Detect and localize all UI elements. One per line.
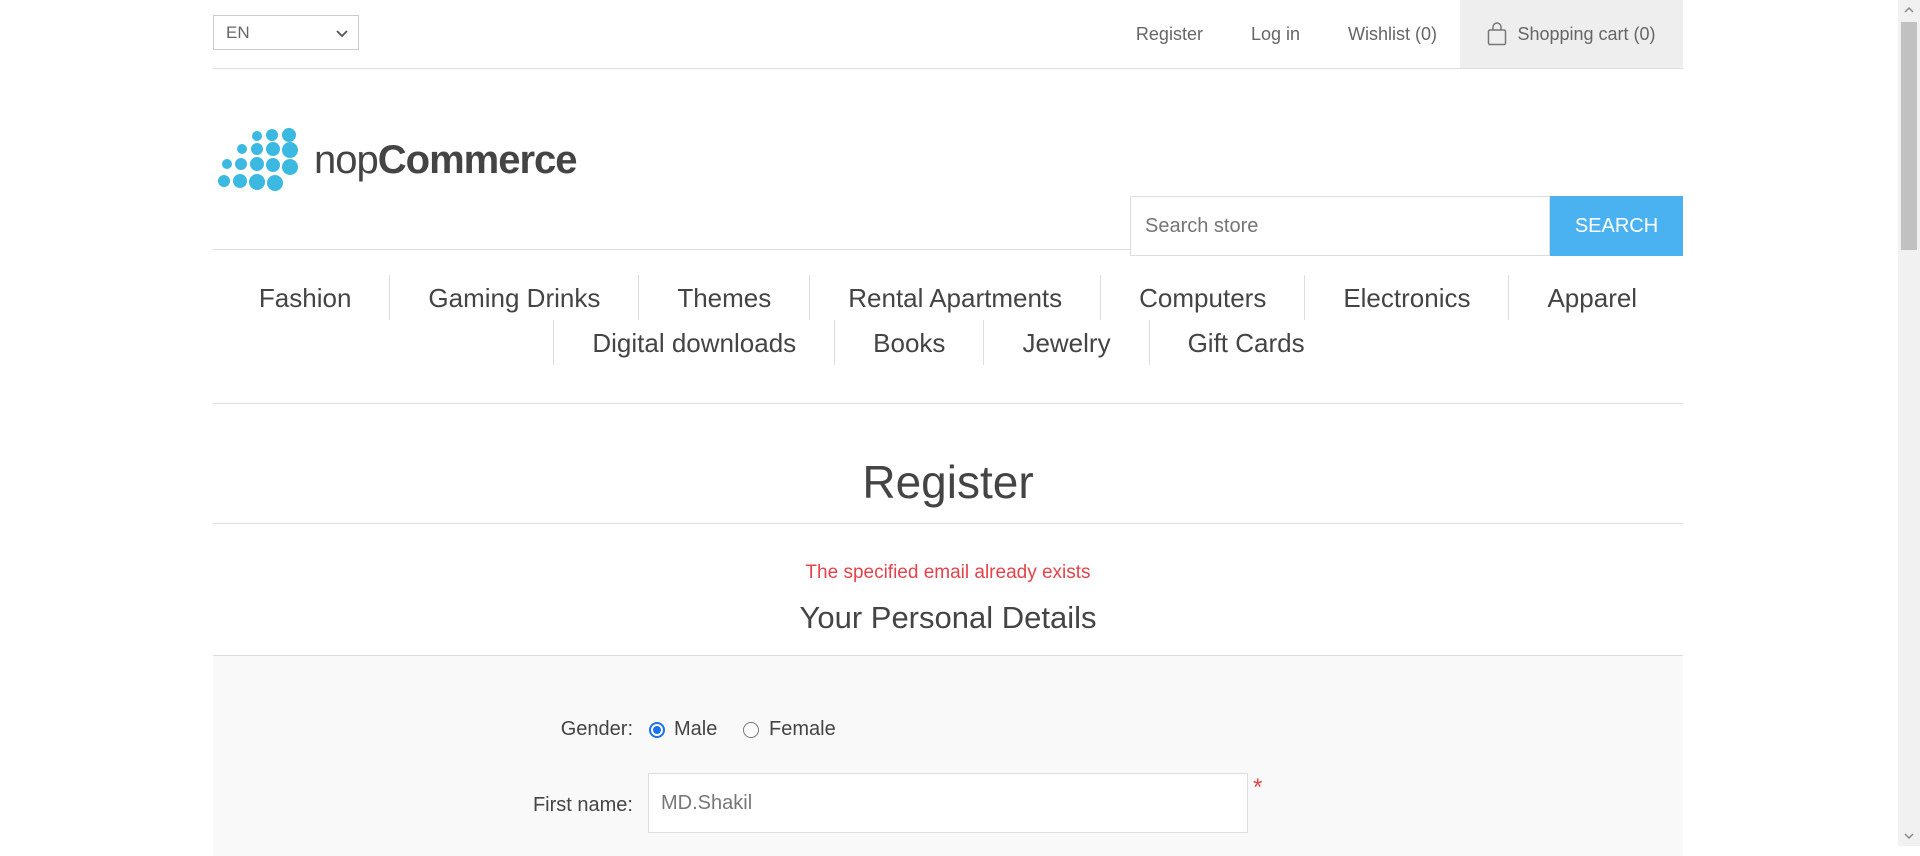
section-title: Your Personal Details bbox=[213, 600, 1683, 656]
first-name-value: MD.Shakil bbox=[661, 791, 753, 814]
first-name-label: First name: bbox=[532, 794, 633, 816]
page-container: EN Register Log in Wishlist (0) Shopping… bbox=[213, 0, 1683, 856]
page-title-wrap: Register bbox=[213, 404, 1683, 524]
menu-item-rental-apartments[interactable]: Rental Apartments bbox=[809, 275, 1100, 320]
menu-item-gift-cards[interactable]: Gift Cards bbox=[1148, 320, 1343, 365]
logo-text-bold: Commerce bbox=[377, 137, 578, 182]
search-box: Search bbox=[1130, 196, 1683, 256]
menu-item-apparel[interactable]: Apparel bbox=[1508, 275, 1675, 320]
shopping-bag-icon bbox=[1488, 22, 1507, 46]
scroll-up-arrow-icon[interactable] bbox=[1898, 0, 1920, 20]
login-link[interactable]: Log in bbox=[1251, 24, 1300, 45]
logo-text: nopCommerce bbox=[314, 137, 578, 183]
menu-item-books[interactable]: Books bbox=[834, 320, 983, 365]
gender-female-label[interactable]: Female bbox=[769, 718, 836, 741]
wishlist-link[interactable]: Wishlist (0) bbox=[1348, 24, 1437, 45]
shopping-cart-label: Shopping cart (0) bbox=[1517, 23, 1656, 44]
error-message: The specified email already exists bbox=[805, 562, 1091, 583]
gender-male-label[interactable]: Male bbox=[674, 718, 717, 741]
menu-item-jewelry[interactable]: Jewelry bbox=[983, 320, 1148, 365]
gender-label: Gender: bbox=[560, 718, 633, 740]
menu-row-1: Fashion Gaming Drinks Themes Rental Apar… bbox=[213, 275, 1683, 320]
language-select[interactable]: EN bbox=[213, 15, 359, 50]
menu-row-2: Digital downloads Books Jewelry Gift Car… bbox=[213, 320, 1683, 365]
header-links-bar: EN Register Log in Wishlist (0) Shopping… bbox=[213, 0, 1683, 69]
gender-male-radio[interactable] bbox=[649, 722, 665, 738]
menu-item-gaming-drinks[interactable]: Gaming Drinks bbox=[389, 275, 638, 320]
menu-item-digital-downloads[interactable]: Digital downloads bbox=[553, 320, 834, 365]
nopcommerce-logo[interactable]: nopCommerce bbox=[216, 127, 578, 193]
shopping-cart-link[interactable]: Shopping cart (0) bbox=[1460, 0, 1683, 68]
gender-female-radio[interactable] bbox=[743, 722, 759, 738]
menu-item-computers[interactable]: Computers bbox=[1100, 275, 1304, 320]
menu-item-themes[interactable]: Themes bbox=[638, 275, 809, 320]
logo-dots-icon bbox=[218, 128, 298, 191]
header-links: Register Log in Wishlist (0) Shopping ca… bbox=[1088, 0, 1683, 68]
language-selected: EN bbox=[226, 22, 250, 42]
required-asterisk: * bbox=[1253, 774, 1263, 801]
chevron-down-icon bbox=[336, 30, 348, 38]
search-button[interactable]: Search bbox=[1550, 196, 1683, 256]
scroll-down-arrow-icon[interactable] bbox=[1898, 826, 1920, 846]
personal-details-form: Gender: Male Female First name: MD.Shaki… bbox=[213, 656, 1683, 856]
register-link[interactable]: Register bbox=[1136, 24, 1203, 45]
page-scrollbar[interactable] bbox=[1898, 0, 1920, 846]
scroll-thumb[interactable] bbox=[1901, 22, 1917, 250]
top-menu: Fashion Gaming Drinks Themes Rental Apar… bbox=[213, 250, 1683, 404]
header-logo-search: nopCommerce Search bbox=[213, 69, 1683, 256]
first-name-input[interactable]: MD.Shakil bbox=[648, 773, 1248, 833]
page-title: Register bbox=[862, 456, 1034, 508]
search-input[interactable] bbox=[1130, 196, 1550, 256]
menu-item-electronics[interactable]: Electronics bbox=[1304, 275, 1508, 320]
logo-text-light: nop bbox=[314, 137, 379, 182]
menu-item-fashion[interactable]: Fashion bbox=[221, 275, 390, 320]
